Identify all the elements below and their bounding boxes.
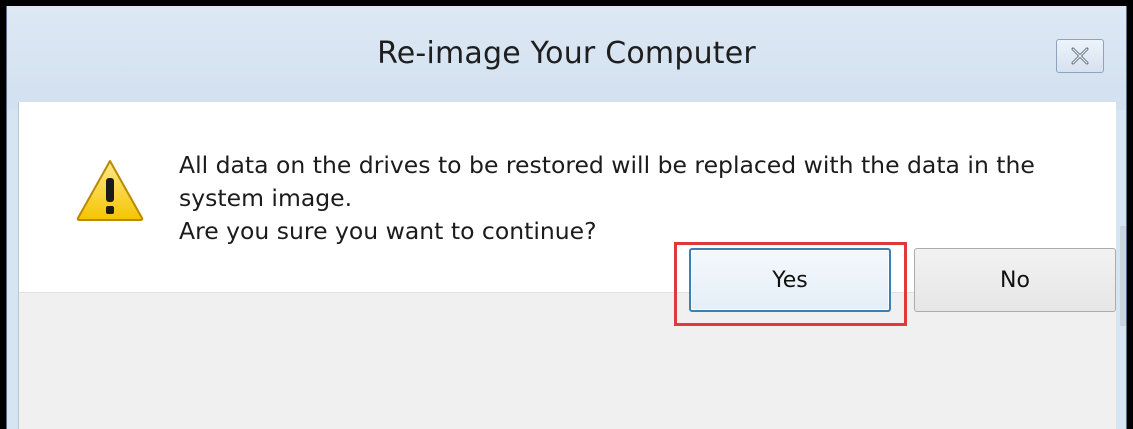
window-edge <box>1120 226 1126 326</box>
yes-button[interactable]: Yes <box>689 248 891 312</box>
screen-frame: Re-image Your Computer All data on the d… <box>0 0 1133 429</box>
button-bar <box>19 292 1116 429</box>
dialog-message: All data on the drives to be restored wi… <box>179 149 1079 248</box>
dialog-title: Re-image Your Computer <box>377 36 756 71</box>
dialog-body: All data on the drives to be restored wi… <box>18 102 1116 429</box>
no-button[interactable]: No <box>914 248 1116 312</box>
close-button[interactable] <box>1056 39 1104 73</box>
close-icon <box>1071 47 1089 65</box>
message-line-1: All data on the drives to be restored wi… <box>179 151 1035 179</box>
message-line-3: Are you sure you want to continue? <box>179 217 597 245</box>
warning-triangle-icon <box>76 160 144 221</box>
message-line-2: system image. <box>179 184 353 212</box>
dialog-window: Re-image Your Computer All data on the d… <box>6 6 1127 429</box>
title-bar[interactable]: Re-image Your Computer <box>7 6 1126 110</box>
